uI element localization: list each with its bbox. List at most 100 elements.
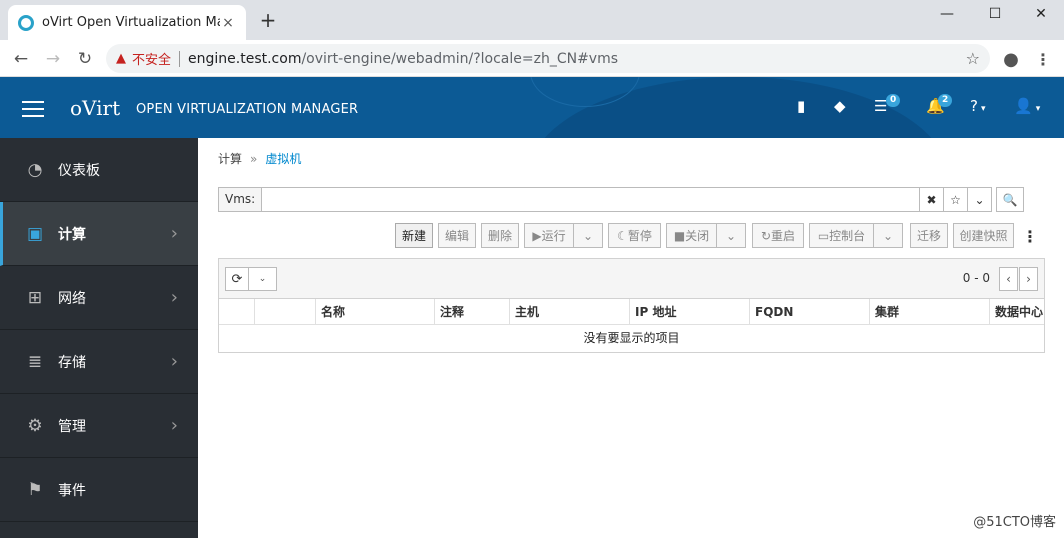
sidebar-item-events[interactable]: ⚑ 事件 <box>0 458 198 522</box>
chevron-down-icon: ⌄ <box>582 228 594 243</box>
table-header: 名称 注释 主机 IP 地址 FQDN 集群 数据中心 <box>219 299 1044 325</box>
omnibox-divider <box>179 50 181 67</box>
sidebar-item-label: 事件 <box>58 482 86 499</box>
url-text[interactable]: engine.test.com/ovirt-engine/webadmin/?l… <box>188 51 966 67</box>
column-cluster[interactable]: 集群 <box>869 299 990 325</box>
refresh-icon[interactable]: ⟳ <box>225 267 249 291</box>
hamburger-menu-icon[interactable] <box>22 101 44 122</box>
brand-logo[interactable]: oVirt <box>70 96 120 120</box>
product-name: OPEN VIRTUALIZATION MANAGER <box>136 102 359 117</box>
help-icon[interactable]: ? ▾ <box>970 97 986 115</box>
run-label: 运行 <box>541 229 566 243</box>
url-path: /ovirt-engine/webadmin/?locale=zh_CN#vms <box>301 50 619 67</box>
column-status <box>254 299 316 325</box>
address-bar: ← → ↻ ▲ 不安全 engine.test.com/ovirt-engine… <box>0 40 1064 77</box>
chrome-menu-icon[interactable]: ⋮ <box>1030 46 1056 72</box>
console-dropdown[interactable]: ⌄ <box>873 223 903 248</box>
warning-icon: ▲ <box>116 51 126 66</box>
empty-table-message: 没有要显示的项目 <box>583 331 680 345</box>
sidebar-item-label: 管理 <box>58 418 86 435</box>
sidebar-item-storage[interactable]: ≣ 存储 › <box>0 330 198 394</box>
user-icon[interactable]: 👤 ▾ <box>1014 97 1040 115</box>
search-input[interactable] <box>262 187 920 212</box>
minimize-button[interactable]: — <box>924 0 970 28</box>
more-actions-kebab-icon[interactable]: ⋮ <box>1022 227 1038 246</box>
maximize-button[interactable]: ☐ <box>972 0 1018 28</box>
app-header: oVirt OPEN VIRTUALIZATION MANAGER ▮ ◆ ☰ 0… <box>0 77 1064 138</box>
next-page-chevron-right-icon[interactable]: › <box>1019 267 1038 291</box>
back-arrow-icon[interactable]: ← <box>8 46 34 72</box>
reboot-button[interactable]: ↻ 重启 <box>752 223 804 248</box>
browser-tab[interactable]: oVirt Open Virtualization Manager × <box>8 5 246 40</box>
shutdown-button[interactable]: ■ 关闭 <box>666 223 717 248</box>
profile-icon[interactable]: ● <box>998 46 1024 72</box>
new-tab-button[interactable]: + <box>256 9 280 33</box>
sidebar-item-admin[interactable]: ⚙ 管理 › <box>0 394 198 458</box>
suspend-button[interactable]: ☾ 暂停 <box>608 223 661 248</box>
forward-arrow-icon[interactable]: → <box>40 46 66 72</box>
tag-icon[interactable]: ◆ <box>834 97 846 115</box>
shutdown-dropdown[interactable]: ⌄ <box>716 223 746 248</box>
column-ip-address[interactable]: IP 地址 <box>629 299 750 325</box>
sidebar-item-compute[interactable]: ▣ 计算 › <box>0 202 198 266</box>
breadcrumb: 计算 » 虚拟机 <box>218 150 301 167</box>
tasks-icon[interactable]: ☰ 0 <box>874 94 901 115</box>
column-datacenter[interactable]: 数据中心 <box>989 299 1045 325</box>
tab-close-icon[interactable]: × <box>220 15 236 31</box>
sidebar-item-dashboard[interactable]: ◔ 仪表板 <box>0 138 198 202</box>
gear-icon: ⚙ <box>27 415 43 436</box>
chevron-down-icon: ⌄ <box>882 228 894 243</box>
flag-icon: ⚑ <box>27 479 43 500</box>
tab-title: oVirt Open Virtualization Manager <box>42 15 220 30</box>
column-comment[interactable]: 注释 <box>434 299 509 325</box>
ovirt-favicon-icon <box>18 14 34 31</box>
play-icon: ▶ <box>532 228 542 243</box>
network-icon: ⊞ <box>27 287 43 308</box>
clear-search-icon[interactable]: ✖ <box>920 187 944 212</box>
bookmark-icon[interactable]: ▮ <box>797 97 805 115</box>
console-label: 控制台 <box>829 229 866 243</box>
sidebar-item-label: 存储 <box>58 354 86 371</box>
console-button[interactable]: ▭ 控制台 <box>809 223 874 248</box>
edit-button[interactable]: 编辑 <box>438 223 476 248</box>
create-snapshot-button[interactable]: 创建快照 <box>953 223 1014 248</box>
column-name[interactable]: 名称 <box>315 299 435 325</box>
main-content: 计算 » 虚拟机 Vms: ✖ ☆ ⌄ 🔍 新建 编辑 删除 ▶ 运行 ⌄ ☾ 暂停 ■… <box>198 138 1064 538</box>
url-host: engine.test.com <box>188 50 302 67</box>
refresh-interval-chevron-down-icon[interactable]: ⌄ <box>248 267 277 291</box>
reload-icon[interactable]: ↻ <box>72 46 98 72</box>
table-toolbar: ⟳ ⌄ 0 - 0 ‹ › <box>219 259 1044 299</box>
tasks-badge: 0 <box>886 94 901 107</box>
close-window-button[interactable]: ✕ <box>1018 0 1064 28</box>
sidebar-item-network[interactable]: ⊞ 网络 › <box>0 266 198 330</box>
breadcrumb-parent: 计算 <box>218 152 243 166</box>
new-vm-button[interactable]: 新建 <box>395 223 433 248</box>
bookmark-star-icon[interactable]: ☆ <box>966 49 980 68</box>
omnibox[interactable]: ▲ 不安全 engine.test.com/ovirt-engine/webad… <box>106 44 990 73</box>
bookmark-search-star-icon[interactable]: ☆ <box>944 187 968 212</box>
reboot-icon: ↻ <box>760 228 772 243</box>
sidebar-item-label: 网络 <box>58 290 86 307</box>
search-icon[interactable]: 🔍 <box>996 187 1024 212</box>
search-bar: Vms: ✖ ☆ ⌄ 🔍 <box>218 187 1024 212</box>
prev-page-chevron-left-icon[interactable]: ‹ <box>999 267 1018 291</box>
run-dropdown[interactable]: ⌄ <box>573 223 603 248</box>
browser-tab-bar: oVirt Open Virtualization Manager × + — … <box>0 0 1064 40</box>
bell-icon[interactable]: 🔔 2 <box>926 94 953 115</box>
breadcrumb-current[interactable]: 虚拟机 <box>265 152 301 166</box>
chip-icon: ▣ <box>26 223 44 244</box>
sidebar-item-label: 仪表板 <box>58 162 100 179</box>
column-fqdn[interactable]: FQDN <box>749 299 870 325</box>
search-prefix: Vms: <box>218 187 263 212</box>
vms-table: ⟳ ⌄ 0 - 0 ‹ › 名称 注释 主机 IP 地址 FQDN 集群 数据中… <box>218 258 1045 353</box>
moon-icon: ☾ <box>617 228 628 243</box>
pager-range: 0 - 0 <box>962 271 990 285</box>
stop-icon: ■ <box>673 228 686 243</box>
remove-button[interactable]: 删除 <box>481 223 519 248</box>
run-button[interactable]: ▶ 运行 <box>524 223 574 248</box>
column-host[interactable]: 主机 <box>509 299 630 325</box>
search-history-chevron-down-icon[interactable]: ⌄ <box>968 187 992 212</box>
migrate-button[interactable]: 迁移 <box>910 223 948 248</box>
chevron-down-icon: ⌄ <box>725 228 737 243</box>
security-label[interactable]: 不安全 <box>132 49 171 68</box>
